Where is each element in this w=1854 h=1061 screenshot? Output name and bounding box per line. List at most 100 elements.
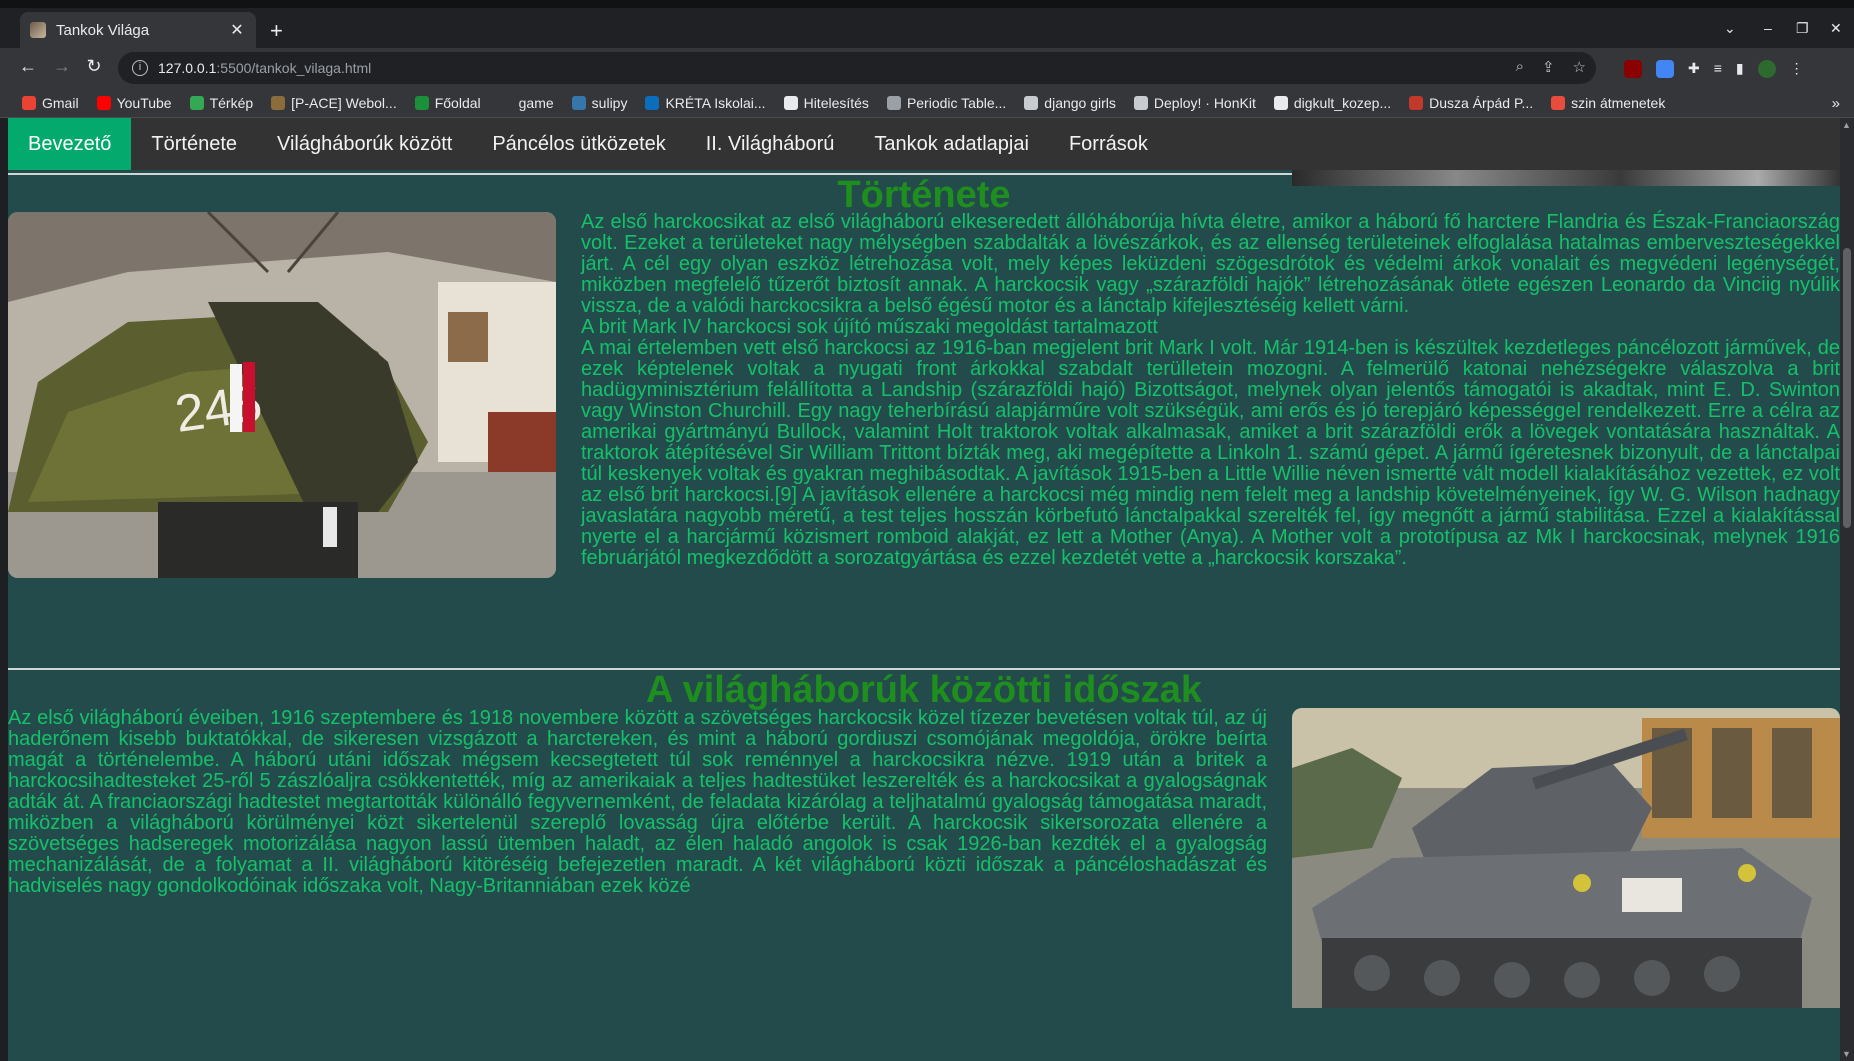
translate-icon[interactable] (1656, 60, 1674, 78)
share-icon[interactable]: ⇪ (1542, 58, 1555, 76)
page-scrollbar[interactable]: ▲ ▼ (1840, 118, 1854, 1061)
bookmark-favicon-icon (414, 95, 429, 110)
bookmark-favicon-icon (1551, 95, 1566, 110)
nav-link[interactable]: Források (1049, 118, 1168, 170)
mark-iv-tank-image: 245 (8, 212, 556, 578)
bookmark-item[interactable]: digkult_kozep... (1273, 94, 1392, 111)
history-paragraph-1: Az első harckocsikat az első világháború… (581, 211, 1840, 317)
bookmark-item[interactable]: game (498, 94, 554, 111)
bookmark-label: Hitelesítés (803, 94, 869, 111)
bookmark-item[interactable]: KRÉTA Iskolai... (645, 94, 766, 111)
history-paragraph-2: A mai értelemben vett első harckocsi az … (581, 337, 1840, 569)
bookmark-favicon-icon (271, 95, 286, 110)
history-section-body: 245 Az első harckocsikat az első világhá… (8, 212, 1840, 588)
bookmark-item[interactable]: Hitelesítés (783, 94, 869, 111)
address-bar[interactable]: i 127.0.0.1:5500/tankok_vilaga.html ⌕ ⇪ … (118, 52, 1596, 84)
interwar-section-body: Az első világháború éveiben, 1916 szepte… (8, 708, 1840, 1018)
nav-link[interactable]: Bevezető (8, 118, 132, 170)
bookmark-favicon-icon (1024, 95, 1039, 110)
window-top-strip (0, 0, 1854, 8)
nav-link[interactable]: Tankok adatlapjai (854, 118, 1049, 170)
bookmark-favicon-icon (22, 95, 36, 110)
bookmark-label: Térkép (209, 94, 254, 111)
bookmark-item[interactable]: [P-ACE] Webol... (271, 95, 397, 111)
bookmark-item[interactable]: Főoldal (414, 94, 481, 111)
bookmark-label: digkult_kozep... (1293, 94, 1392, 111)
close-window-icon[interactable]: ✕ (1830, 20, 1842, 37)
bookmark-label: Deploy! · HonKit (1153, 94, 1256, 111)
page-viewport: Bevezető Története Világháborúk között Pánc… (0, 118, 1854, 1061)
bookmark-favicon-icon (498, 95, 513, 110)
browser-menu-icon[interactable]: ⋮ (1790, 60, 1804, 78)
panzer-iii-tank-image (1292, 708, 1840, 1008)
bookmark-item[interactable]: sulipy (571, 94, 628, 111)
back-icon[interactable]: ← (16, 56, 40, 77)
bookmark-label: Főoldal (434, 94, 481, 111)
bookmark-item[interactable]: Periodic Table... (886, 94, 1007, 111)
bookmark-label: Dusza Árpád P... (1429, 94, 1534, 111)
bookmark-item[interactable]: django girls (1024, 95, 1116, 111)
bookmark-favicon-icon (1273, 95, 1288, 110)
bookmark-star-icon[interactable]: ☆ (1573, 58, 1586, 76)
site-navbar: Bevezető Története Világháborúk között Pánc… (8, 118, 1840, 170)
bookmark-favicon-icon (96, 95, 111, 110)
bookmarks-bar: Gmail YouTube Térkép [P-ACE] Webol... Főolda… (0, 88, 1854, 118)
extensions-puzzle-icon[interactable]: ✚ (1688, 60, 1700, 78)
more-bookmarks-icon[interactable]: » (1832, 95, 1840, 112)
bookmark-item[interactable]: Deploy! · HonKit (1133, 94, 1256, 111)
bookmark-favicon-icon (571, 95, 586, 110)
viewport-edge (0, 118, 8, 1061)
interwar-section-title: A világháborúk közötti időszak (645, 669, 1202, 711)
tab-bar: Tankok Világa ✕ + ⌄ – ❐ ✕ (0, 8, 1854, 48)
side-panel-icon[interactable]: ▮ (1736, 60, 1744, 78)
bookmark-label: django girls (1044, 94, 1116, 111)
bookmark-favicon-icon (886, 95, 901, 110)
bookmark-favicon-icon (783, 95, 798, 110)
bookmark-favicon-icon (645, 95, 660, 110)
tab-search-icon[interactable]: ⌄ (1724, 20, 1736, 37)
bookmark-favicon-icon (1133, 95, 1148, 110)
nav-link[interactable]: Világháborúk között (257, 118, 472, 170)
reading-list-icon[interactable]: ≡ (1714, 60, 1722, 78)
bookmark-label: Periodic Table... (906, 94, 1007, 111)
bookmark-favicon-icon (189, 95, 204, 110)
minimize-icon[interactable]: – (1764, 20, 1772, 36)
scroll-up-icon[interactable]: ▲ (1842, 120, 1851, 130)
bookmark-item[interactable]: szin átmenetek (1551, 95, 1665, 111)
bookmark-item[interactable]: Gmail (22, 95, 79, 111)
restore-icon[interactable]: ❐ (1796, 20, 1809, 37)
profile-avatar[interactable] (1757, 60, 1776, 78)
site-info-icon[interactable]: i (132, 60, 148, 76)
new-tab-icon[interactable]: + (270, 18, 283, 44)
bookmark-label: Gmail (42, 94, 79, 111)
browser-tab[interactable]: Tankok Világa ✕ (20, 12, 256, 48)
ublock-icon[interactable] (1624, 60, 1642, 78)
url-path: :5500/tankok_vilaga.html (216, 60, 372, 76)
bookmark-label: YouTube (116, 94, 172, 111)
page-content: Bevezető Története Világháborúk között Pánc… (8, 118, 1840, 1061)
browser-toolbar: ← → ↻ i 127.0.0.1:5500/tankok_vilaga.htm… (0, 48, 1854, 88)
image-caption: A brit Mark IV harckocsi sok újító műsza… (581, 316, 1158, 338)
bookmark-item[interactable]: Térkép (189, 94, 254, 111)
scroll-down-icon[interactable]: ▼ (1842, 1049, 1851, 1059)
zoom-icon[interactable]: ⌕ (1516, 58, 1524, 76)
reload-icon[interactable]: ↻ (82, 56, 106, 77)
scrollbar-thumb[interactable] (1843, 248, 1851, 528)
bookmark-label: szin átmenetek (1571, 94, 1666, 111)
interwar-paragraph-1: Az első világháború éveiben, 1916 szepte… (8, 707, 1267, 897)
url-host: 127.0.0.1 (158, 60, 217, 76)
forward-icon[interactable]: → (50, 56, 74, 77)
tab-title: Tankok Világa (56, 21, 150, 39)
nav-link[interactable]: Páncélos ütközetek (472, 118, 685, 170)
tab-favicon-icon (30, 22, 46, 38)
bookmark-label: game (518, 94, 554, 111)
bookmark-item[interactable]: Dusza Árpád P... (1409, 95, 1533, 111)
bookmark-label: KRÉTA Iskolai... (665, 94, 766, 111)
nav-link[interactable]: II. Világháború (686, 118, 855, 170)
bookmark-label: sulipy (591, 94, 628, 111)
close-tab-icon[interactable]: ✕ (228, 20, 246, 40)
nav-link[interactable]: Története (131, 118, 257, 170)
bookmark-label: [P-ACE] Webol... (291, 94, 397, 111)
bookmark-favicon-icon (1409, 95, 1424, 110)
bookmark-item[interactable]: YouTube (96, 94, 172, 111)
